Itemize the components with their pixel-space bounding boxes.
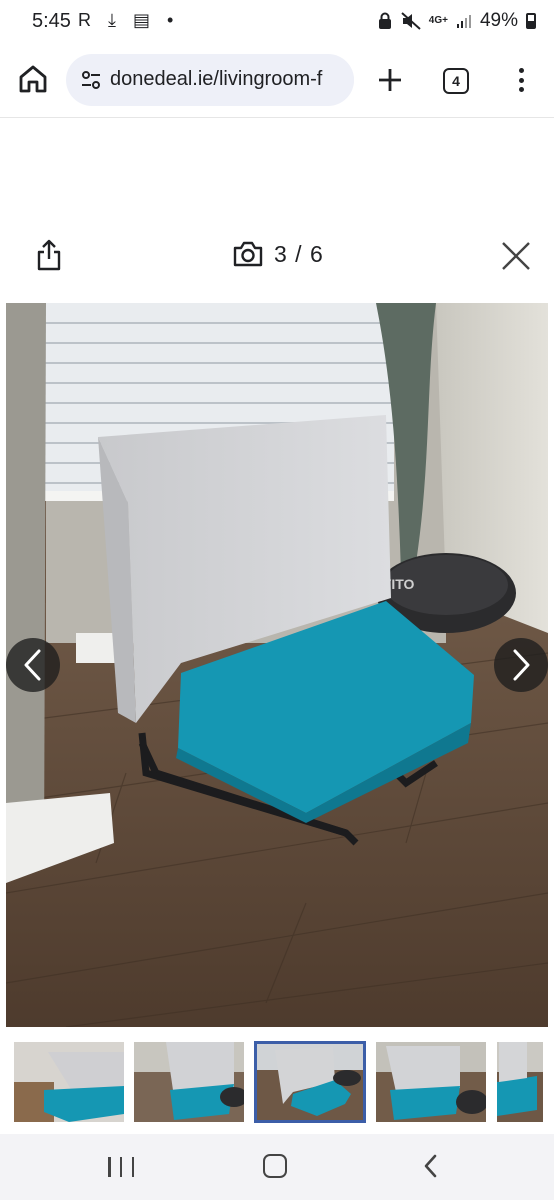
mute-icon <box>401 12 421 30</box>
home-icon[interactable] <box>16 62 50 96</box>
network-type: 4G+ <box>428 15 448 26</box>
thumbnail-strip <box>0 1038 554 1128</box>
thumbnail-5[interactable] <box>497 1042 543 1122</box>
recents-icon[interactable] <box>108 1154 134 1180</box>
notification-icons: R ⤓ ▤ • <box>78 10 180 30</box>
prev-photo-button[interactable] <box>6 638 60 692</box>
status-bar: 5:45 R ⤓ ▤ • 4G+ 49% <box>0 0 554 44</box>
thumbnail-4[interactable] <box>376 1042 486 1122</box>
main-photo[interactable]: VITO <box>6 303 548 1027</box>
chair-photo-image: VITO <box>6 303 548 1027</box>
battery-icon <box>526 13 536 29</box>
chevron-right-icon <box>513 649 530 681</box>
lock-icon <box>378 12 391 29</box>
battery-percent: 49% <box>479 10 518 31</box>
signal-icon <box>456 15 471 28</box>
thumbnail-2[interactable] <box>134 1042 244 1122</box>
gallery-header: 3 / 6 <box>0 226 554 286</box>
back-icon[interactable] <box>420 1152 442 1180</box>
status-icons-right: 4G+ 49% <box>377 10 536 32</box>
chevron-left-icon <box>24 649 41 681</box>
android-nav-bar <box>0 1134 554 1200</box>
plus-icon[interactable] <box>374 64 406 96</box>
photo-counter: 3 / 6 <box>232 240 324 268</box>
home-nav-icon[interactable] <box>263 1154 287 1178</box>
url-fade <box>324 54 354 106</box>
browser-toolbar: donedeal.ie/livingroom-f 4 <box>0 44 554 118</box>
next-photo-button[interactable] <box>494 638 548 692</box>
site-settings-icon[interactable] <box>80 69 102 91</box>
tab-count: 4 <box>452 73 460 89</box>
menu-icon[interactable] <box>508 64 534 96</box>
status-time: 5:45 <box>32 10 71 32</box>
camera-icon <box>233 241 263 267</box>
thumbnail-1[interactable] <box>14 1042 124 1122</box>
url-text: donedeal.ie/livingroom-f <box>110 68 323 90</box>
counter-text: 3 / 6 <box>274 240 324 267</box>
share-icon[interactable] <box>34 238 64 272</box>
thumbnail-3[interactable] <box>254 1041 366 1123</box>
close-icon[interactable] <box>500 240 532 272</box>
address-bar[interactable]: donedeal.ie/livingroom-f <box>66 54 354 106</box>
tabs-icon[interactable]: 4 <box>443 68 469 94</box>
